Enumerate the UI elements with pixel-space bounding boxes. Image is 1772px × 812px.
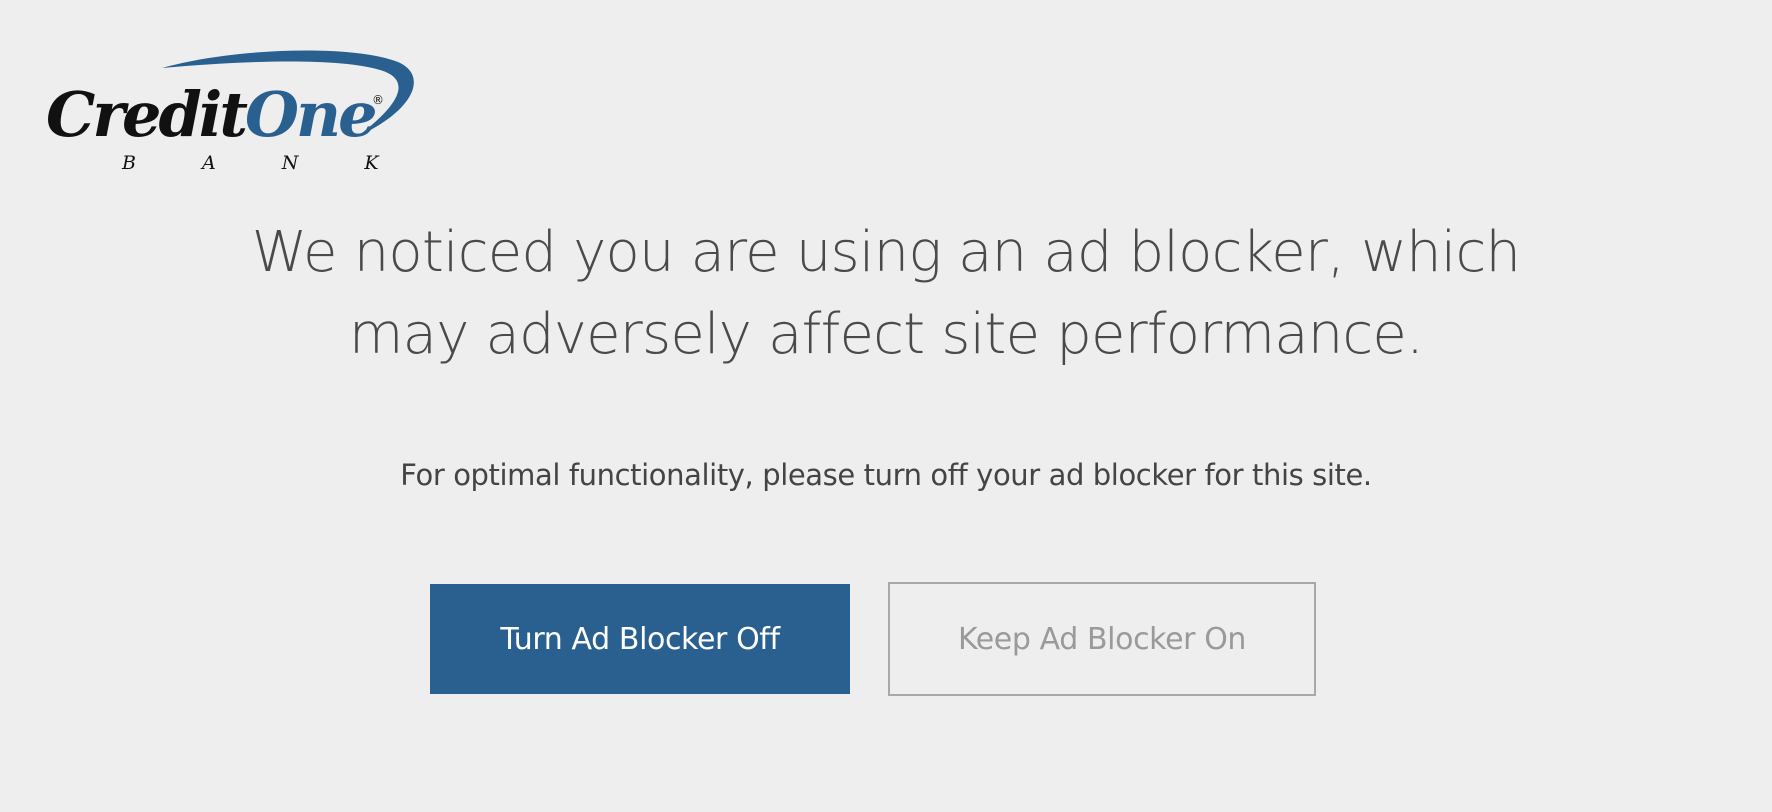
credit-one-bank-logo: CreditOne ® B A N K (44, 50, 414, 180)
ad-blocker-headline: We noticed you are using an ad blocker, … (251, 220, 1521, 367)
logo-wordmark: CreditOne (46, 84, 378, 146)
logo-one-text: One (245, 78, 378, 151)
registered-mark: ® (372, 93, 384, 107)
turn-ad-blocker-off-button[interactable]: Turn Ad Blocker Off (430, 584, 850, 694)
ad-blocker-instruction: For optimal functionality, please turn o… (400, 458, 1372, 492)
logo-bank-text: B A N K (122, 152, 409, 174)
keep-ad-blocker-on-button[interactable]: Keep Ad Blocker On (888, 582, 1316, 696)
logo-credit-text: Credit (46, 78, 248, 151)
